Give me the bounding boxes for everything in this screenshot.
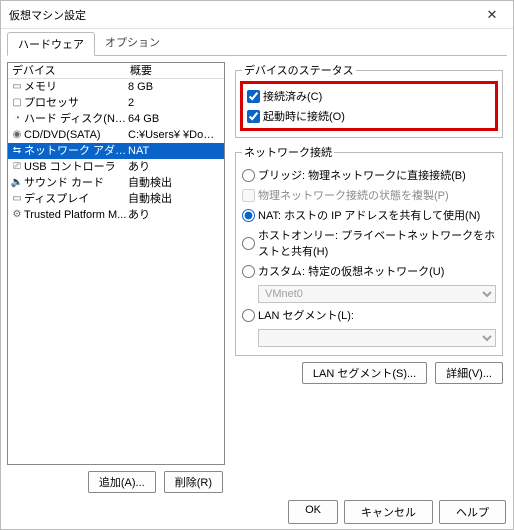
- connect-on-boot-checkbox[interactable]: [247, 110, 260, 123]
- lan-segments-button[interactable]: LAN セグメント(S)...: [302, 362, 427, 384]
- custom-label: カスタム: 特定の仮想ネットワーク(U): [258, 263, 444, 279]
- lanseg-label: LAN セグメント(L):: [258, 307, 354, 323]
- lanseg-radio[interactable]: [242, 309, 255, 322]
- device-name: ディスプレイ: [24, 191, 128, 207]
- device-name: メモリ: [24, 79, 128, 95]
- device-summary: 64 GB: [128, 111, 222, 127]
- bridge-row[interactable]: ブリッジ: 物理ネットワークに直接接続(B): [242, 165, 496, 185]
- bridge-label: ブリッジ: 物理ネットワークに直接接続(B): [258, 167, 466, 183]
- hostonly-radio[interactable]: [242, 237, 255, 250]
- device-name: プロセッサ: [24, 95, 128, 111]
- device-icon: ◉: [10, 127, 24, 143]
- device-summary: あり: [128, 207, 222, 223]
- help-button[interactable]: ヘルプ: [439, 500, 506, 524]
- device-name: Trusted Platform M...: [24, 207, 128, 223]
- connected-row[interactable]: 接続済み(C): [247, 86, 491, 106]
- device-icon: ⚙: [10, 207, 24, 223]
- device-summary: C:¥Users¥ ¥Downloads¥...: [128, 127, 222, 143]
- connected-checkbox[interactable]: [247, 90, 260, 103]
- table-row[interactable]: ◔ハード ディスク(NVMe)64 GB: [8, 111, 224, 127]
- lanseg-select: [258, 329, 496, 347]
- table-row[interactable]: ⎚USB コントローラあり: [8, 159, 224, 175]
- window-title: 仮想マシン設定: [9, 7, 86, 23]
- advanced-button[interactable]: 詳細(V)...: [435, 362, 503, 384]
- connect-on-boot-row[interactable]: 起動時に接続(O): [247, 106, 491, 126]
- remove-button[interactable]: 削除(R): [164, 471, 223, 493]
- device-icon: 🔈: [10, 175, 24, 191]
- device-summary: 自動検出: [128, 175, 222, 191]
- table-row[interactable]: 🔈サウンド カード自動検出: [8, 175, 224, 191]
- device-summary: あり: [128, 159, 222, 175]
- device-name: USB コントローラ: [24, 159, 128, 175]
- titlebar: 仮想マシン設定 ✕: [1, 1, 513, 29]
- nat-row[interactable]: NAT: ホストの IP アドレスを共有して使用(N): [242, 205, 496, 225]
- device-name: サウンド カード: [24, 175, 128, 191]
- hostonly-row[interactable]: ホストオンリー: プライベートネットワークをホストと共有(H): [242, 225, 496, 261]
- footer: OK キャンセル ヘルプ: [288, 500, 506, 524]
- device-summary: NAT: [128, 143, 222, 159]
- tabs: ハードウェア オプション: [1, 31, 513, 55]
- col-summary: 概要: [130, 63, 222, 78]
- right-panel: デバイスのステータス 接続済み(C) 起動時に接続(O) ネットワーク接続 ブリ…: [229, 56, 507, 493]
- device-summary: 8 GB: [128, 79, 222, 95]
- connected-label: 接続済み(C): [263, 88, 322, 104]
- device-icon: ⎚: [10, 159, 24, 175]
- device-icon: ◔: [10, 111, 24, 127]
- custom-select-row: VMnet0: [242, 281, 496, 305]
- nat-label: NAT: ホストの IP アドレスを共有して使用(N): [258, 207, 480, 223]
- bridge-sub-checkbox: [242, 189, 255, 202]
- device-status-legend: デバイスのステータス: [242, 62, 356, 78]
- table-row[interactable]: ▢プロセッサ2: [8, 95, 224, 111]
- custom-row[interactable]: カスタム: 特定の仮想ネットワーク(U): [242, 261, 496, 281]
- lanseg-select-row: [242, 325, 496, 349]
- custom-radio[interactable]: [242, 265, 255, 278]
- ok-button[interactable]: OK: [288, 500, 338, 524]
- table-row[interactable]: ◉CD/DVD(SATA)C:¥Users¥ ¥Downloads¥...: [8, 127, 224, 143]
- table-row[interactable]: ⇆ネットワーク アダプタNAT: [8, 143, 224, 159]
- device-list[interactable]: デバイス 概要 ▭メモリ8 GB▢プロセッサ2◔ハード ディスク(NVMe)64…: [7, 62, 225, 465]
- bridge-sub-label: 物理ネットワーク接続の状態を複製(P): [258, 187, 449, 203]
- hostonly-label: ホストオンリー: プライベートネットワークをホストと共有(H): [258, 227, 496, 259]
- device-icon: ⇆: [10, 143, 24, 159]
- highlight-box: 接続済み(C) 起動時に接続(O): [240, 81, 498, 131]
- lanseg-row[interactable]: LAN セグメント(L):: [242, 305, 496, 325]
- left-panel: デバイス 概要 ▭メモリ8 GB▢プロセッサ2◔ハード ディスク(NVMe)64…: [7, 56, 229, 493]
- list-header: デバイス 概要: [8, 63, 224, 79]
- add-button[interactable]: 追加(A)...: [88, 471, 156, 493]
- device-name: ハード ディスク(NVMe): [24, 111, 128, 127]
- col-device: デバイス: [10, 63, 130, 78]
- connect-on-boot-label: 起動時に接続(O): [263, 108, 345, 124]
- device-summary: 自動検出: [128, 191, 222, 207]
- device-icon: ▭: [10, 191, 24, 207]
- table-row[interactable]: ▭ディスプレイ自動検出: [8, 191, 224, 207]
- tab-hardware[interactable]: ハードウェア: [7, 32, 95, 56]
- device-name: CD/DVD(SATA): [24, 127, 128, 143]
- device-icon: ▢: [10, 95, 24, 111]
- bridge-sub-row: 物理ネットワーク接続の状態を複製(P): [242, 185, 496, 205]
- device-status-group: デバイスのステータス 接続済み(C) 起動時に接続(O): [235, 62, 503, 138]
- custom-select: VMnet0: [258, 285, 496, 303]
- table-row[interactable]: ▭メモリ8 GB: [8, 79, 224, 95]
- table-row[interactable]: ⚙Trusted Platform M...あり: [8, 207, 224, 223]
- device-icon: ▭: [10, 79, 24, 95]
- device-name: ネットワーク アダプタ: [24, 143, 128, 159]
- close-icon[interactable]: ✕: [477, 4, 507, 26]
- network-legend: ネットワーク接続: [242, 144, 334, 160]
- tab-options[interactable]: オプション: [95, 31, 170, 55]
- network-group: ネットワーク接続 ブリッジ: 物理ネットワークに直接接続(B) 物理ネットワーク…: [235, 144, 503, 356]
- cancel-button[interactable]: キャンセル: [344, 500, 433, 524]
- device-summary: 2: [128, 95, 222, 111]
- bridge-radio[interactable]: [242, 169, 255, 182]
- nat-radio[interactable]: [242, 209, 255, 222]
